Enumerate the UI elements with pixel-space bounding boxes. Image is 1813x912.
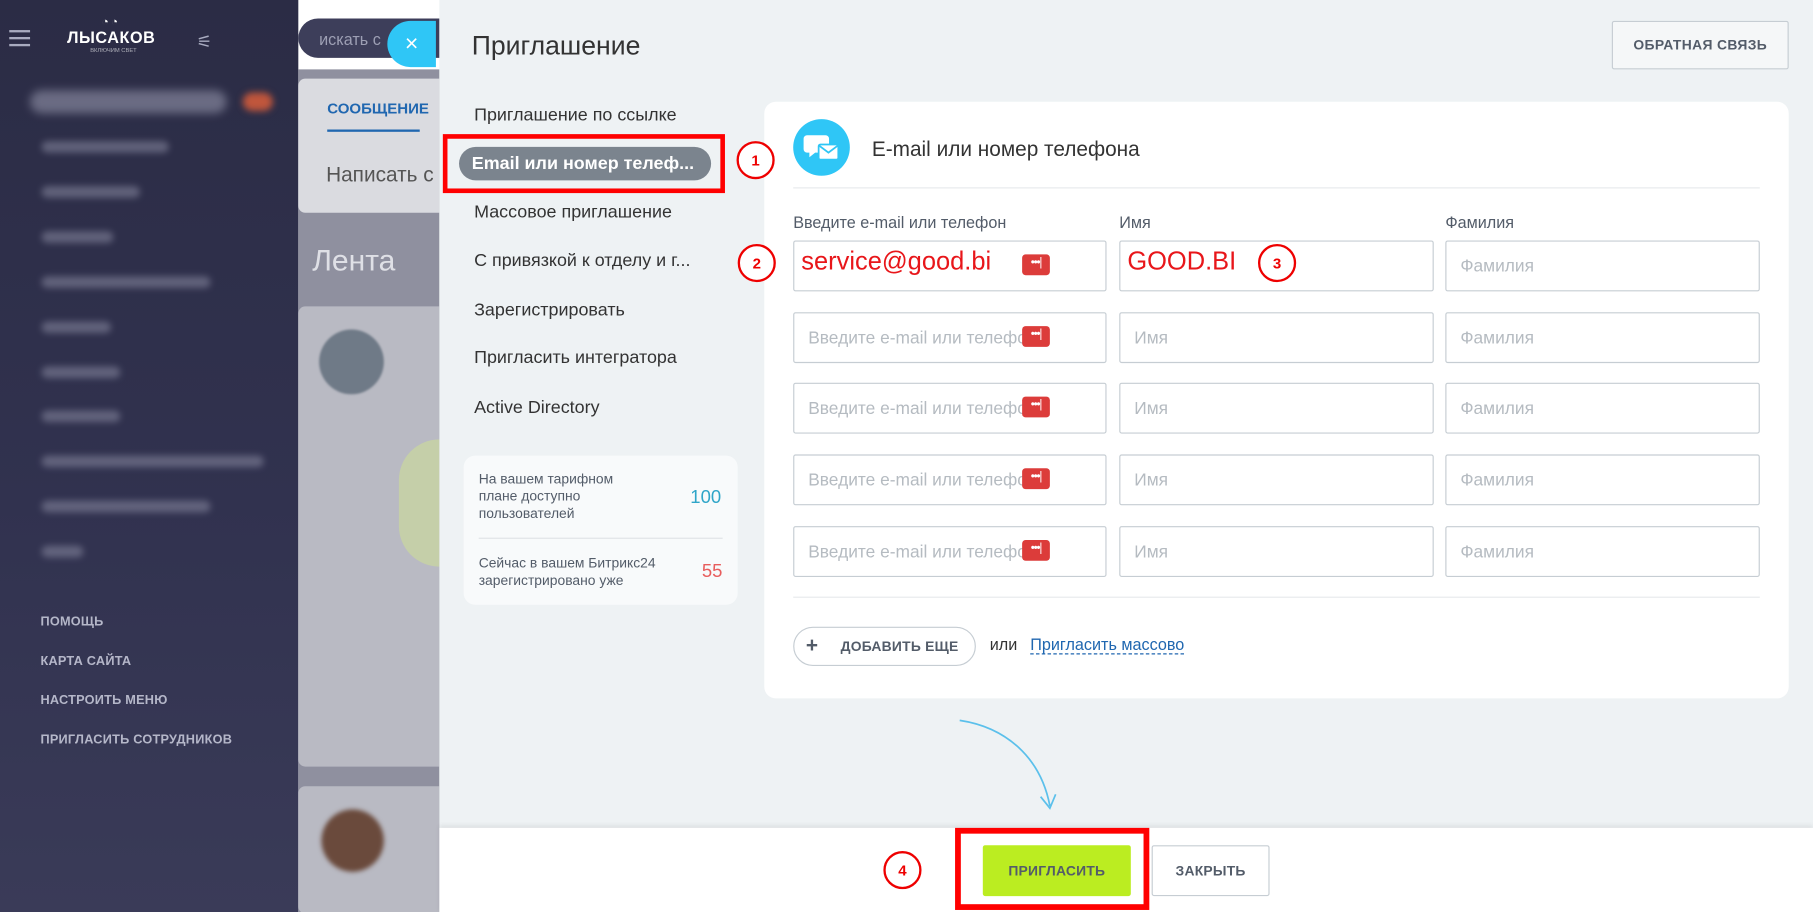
- close-button[interactable]: ЗАКРЫТЬ: [1151, 845, 1270, 897]
- blurred-menu-item: [41, 545, 84, 558]
- password-manager-icon[interactable]: •••|: [1022, 396, 1050, 418]
- nav-customize-menu-link[interactable]: НАСТРОИТЬ МЕНЮ: [40, 694, 167, 708]
- column-label-surname: Фамилия: [1445, 212, 1515, 232]
- name-field[interactable]: Имя: [1119, 454, 1434, 506]
- blurred-post-image: [398, 439, 440, 567]
- feedback-button[interactable]: ОБРАТНАЯ СВЯЗЬ: [1611, 20, 1789, 70]
- annotation-highlight-box: [442, 134, 725, 194]
- guide-arrow-icon: [959, 719, 1057, 810]
- divider: [793, 596, 1760, 598]
- email-field[interactable]: Введите e-mail или телефон: [793, 454, 1107, 506]
- blurred-menu-item: [41, 141, 169, 153]
- hamburger-menu-icon[interactable]: [9, 30, 31, 47]
- nav-invite-employees-link[interactable]: ПРИГЛАСИТЬ СОТРУДНИКОВ: [40, 733, 232, 747]
- email-field[interactable]: Введите e-mail или телефон: [793, 382, 1107, 434]
- annotation-callout: 1: [736, 141, 775, 180]
- menu-mass-invite[interactable]: Массовое приглашение: [474, 202, 672, 223]
- plus-icon: +: [805, 633, 819, 657]
- left-navigation: ◔◔ ЛЫСАКОВ ВКЛЮЧИМ СВЕТ ⚟ ПОМОЩЬ КАРТА С…: [0, 0, 299, 912]
- column-label-name: Имя: [1119, 212, 1151, 232]
- password-manager-icon[interactable]: •••|: [1022, 326, 1050, 347]
- tariff-plan-text: На вашем тарифном плане доступно пользов…: [478, 470, 614, 522]
- nav-sitemap-link[interactable]: КАРТА САЙТА: [40, 654, 131, 668]
- menu-active-directory[interactable]: Active Directory: [474, 398, 599, 419]
- tariff-registered-value: 55: [701, 561, 723, 582]
- name-field[interactable]: Имя: [1119, 382, 1434, 434]
- blurred-menu-item: [41, 366, 121, 379]
- email-field[interactable]: Введите e-mail или телефон: [793, 526, 1107, 577]
- tab-message[interactable]: СООБЩЕНИЕ: [327, 99, 429, 116]
- annotation-callout: 4: [883, 851, 922, 890]
- surname-field[interactable]: Фамилия: [1445, 526, 1760, 577]
- email-field[interactable]: Введите e-mail или телефон: [793, 312, 1107, 364]
- tab-active-underline: [327, 129, 420, 132]
- password-manager-icon[interactable]: •••|: [1022, 468, 1050, 490]
- menu-invite-integrator[interactable]: Пригласить интегратора: [474, 348, 677, 369]
- annotation-callout: 3: [1258, 243, 1297, 283]
- password-manager-icon[interactable]: •••|: [1022, 254, 1050, 276]
- or-label: или: [989, 634, 1018, 654]
- avatar: [321, 809, 384, 872]
- form-title: E-mail или номер телефона: [871, 137, 1140, 161]
- avatar: [319, 329, 384, 395]
- surname-field[interactable]: Фамилия: [1445, 382, 1760, 434]
- blurred-menu-item: [41, 231, 114, 243]
- blurred-menu-item: [41, 276, 211, 288]
- menu-register[interactable]: Зарегистрировать: [474, 301, 625, 322]
- nav-help-link[interactable]: ПОМОЩЬ: [40, 615, 103, 629]
- feed-title: Лента: [312, 242, 396, 278]
- column-label-contact: Введите e-mail или телефон: [793, 212, 1007, 232]
- close-slider-button[interactable]: ×: [387, 20, 436, 68]
- blurred-menu-item: [41, 186, 140, 198]
- surname-field[interactable]: Фамилия: [1445, 312, 1760, 364]
- company-logo: ЛЫСАКОВ: [67, 27, 156, 47]
- page-title: Приглашение: [471, 30, 641, 61]
- tariff-registered-text: Сейчас в вашем Битрикс24 зарегистрирован…: [478, 555, 656, 589]
- blurred-counter-badge: [242, 92, 273, 111]
- annotation-callout: 2: [737, 243, 776, 283]
- surname-field[interactable]: Фамилия: [1445, 240, 1760, 292]
- company-logo-subtitle: ВКЛЮЧИМ СВЕТ: [90, 47, 137, 55]
- blurred-menu-item: [41, 410, 121, 423]
- annotation-highlight-box: [955, 827, 1150, 910]
- blurred-menu-item: [41, 500, 211, 513]
- blurred-user-name: [30, 90, 227, 114]
- menu-invite-to-department[interactable]: С привязкой к отделу и г...: [474, 251, 690, 272]
- tariff-divider: [478, 537, 723, 539]
- menu-invite-by-link[interactable]: Приглашение по ссылке: [474, 105, 677, 126]
- tariff-plan-value: 100: [690, 487, 722, 508]
- add-more-button[interactable]: ДОБАВИТЬ ЕЩЕ: [793, 626, 976, 666]
- blurred-menu-item: [41, 321, 111, 333]
- settings-sliders-icon[interactable]: ⚟: [197, 31, 213, 52]
- mass-invite-link[interactable]: Пригласить массово: [1030, 635, 1185, 655]
- name-field[interactable]: Имя: [1119, 312, 1434, 364]
- name-field[interactable]: Имя: [1119, 526, 1434, 577]
- surname-field[interactable]: Фамилия: [1445, 454, 1760, 506]
- divider: [793, 187, 1760, 189]
- blurred-menu-item: [41, 455, 264, 468]
- message-envelope-icon: [793, 119, 850, 176]
- email-field[interactable]: service@good.bi: [793, 240, 1107, 292]
- password-manager-icon[interactable]: •••|: [1022, 539, 1050, 561]
- post-composer-input[interactable]: Написать с: [326, 163, 434, 187]
